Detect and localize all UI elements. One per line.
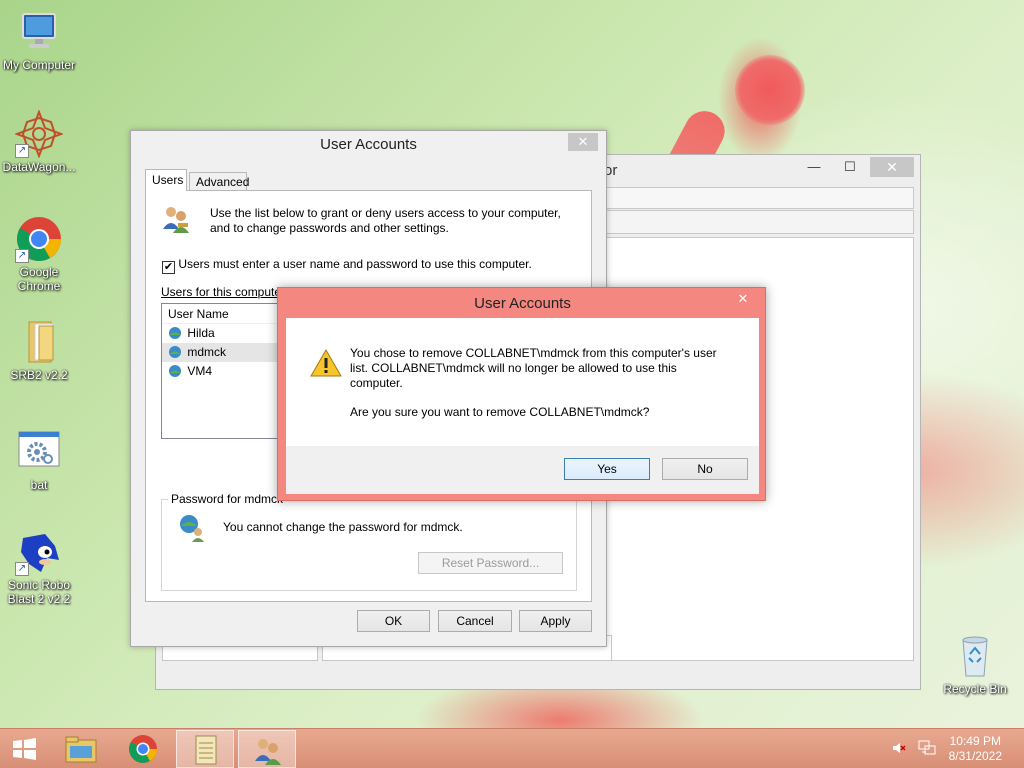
- must-enter-label: Users must enter a user name and passwor…: [178, 257, 532, 271]
- taskbar-chrome[interactable]: [114, 730, 172, 768]
- user-password-icon: [176, 512, 208, 544]
- shortcut-arrow-icon: ↗: [15, 249, 29, 263]
- user-icon: [168, 326, 182, 340]
- desktop-icon-label: Recycle Bin: [943, 682, 1007, 696]
- notepad-icon: [195, 735, 217, 765]
- background-window-toolbar: [606, 187, 914, 209]
- list-item[interactable]: VM4: [162, 362, 290, 381]
- password-text: You cannot change the password for mdmck…: [223, 520, 463, 534]
- desktop-icon-srb2[interactable]: SRB2 v2.2: [0, 318, 78, 382]
- taskbar-file-explorer[interactable]: [52, 730, 110, 768]
- taskbar: 10:49 PM 8/31/2022: [0, 728, 1024, 768]
- clock-date: 8/31/2022: [948, 749, 1002, 763]
- list-item[interactable]: Hilda: [162, 324, 290, 343]
- user-icon: [168, 345, 182, 359]
- yes-button[interactable]: Yes: [564, 458, 650, 480]
- folder-icon: [15, 318, 63, 366]
- desktop-icon-label: SRB2 v2.2: [10, 368, 68, 382]
- recycle-bin-icon: [951, 632, 999, 680]
- dialog-body: You chose to remove COLLABNET\mdmck from…: [286, 318, 759, 494]
- must-enter-row: ✔ Users must enter a user name and passw…: [162, 257, 532, 274]
- user-name: Hilda: [187, 326, 215, 340]
- user-accounts-icon: [255, 739, 281, 765]
- shortcut-arrow-icon: ↗: [15, 144, 29, 158]
- dialog-message: You chose to remove COLLABNET\mdmck from…: [350, 346, 717, 390]
- desktop-icon-my-computer[interactable]: My Computer: [0, 8, 78, 72]
- tab-users[interactable]: Users: [145, 169, 187, 191]
- warning-icon: [310, 348, 342, 378]
- desktop-icon-label: Sonic Robo Blast 2 v2.2: [7, 578, 71, 606]
- user-icon: [168, 364, 182, 378]
- settings-file-icon: [15, 428, 63, 476]
- desktop-icon-bat[interactable]: bat: [0, 428, 78, 492]
- must-enter-checkbox[interactable]: ✔: [162, 261, 175, 274]
- password-groupbox: Password for mdmck You cannot change the…: [161, 492, 577, 591]
- start-button[interactable]: [0, 730, 48, 768]
- users-for-label: Users for this compute: [161, 285, 282, 299]
- close-button[interactable]: ✕: [568, 133, 598, 151]
- sonic-icon: ↗: [15, 528, 63, 576]
- apply-button[interactable]: Apply: [519, 610, 592, 632]
- desktop-icon-label: DataWagon...: [2, 160, 76, 174]
- list-header-user-name[interactable]: User Name: [162, 304, 290, 324]
- window-title: User Accounts: [320, 136, 417, 153]
- computer-icon: [15, 8, 63, 56]
- password-group-label: Password for mdmck: [168, 492, 287, 506]
- user-name: VM4: [187, 364, 213, 378]
- dialog-footer: Yes No: [286, 446, 759, 494]
- taskbar-notepad[interactable]: [176, 730, 234, 768]
- clock-time: 10:49 PM: [949, 734, 1001, 748]
- windows-logo-icon: [13, 738, 36, 760]
- network-icon[interactable]: [918, 740, 936, 756]
- chrome-icon: [129, 735, 157, 763]
- desktop-icon-label: Google Chrome: [17, 265, 61, 293]
- intro-text: Use the list below to grant or deny user…: [210, 206, 561, 235]
- desktop-icon-google-chrome[interactable]: ↗ Google Chrome: [0, 215, 78, 293]
- reset-password-button[interactable]: Reset Password...: [418, 552, 563, 574]
- background-window-header: [606, 210, 914, 234]
- minimize-button[interactable]: —: [800, 157, 828, 177]
- tab-advanced[interactable]: Advanced: [189, 172, 249, 190]
- file-explorer-icon: [65, 736, 97, 763]
- users-icon: [160, 203, 192, 235]
- wallpaper-flower-head: [735, 55, 805, 125]
- dialog-question: Are you sure you want to remove COLLABNE…: [350, 405, 650, 419]
- users-listbox[interactable]: User Name Hilda mdmck VM4: [161, 303, 291, 439]
- chrome-icon: ↗: [15, 215, 63, 263]
- shortcut-arrow-icon: ↗: [15, 562, 29, 576]
- desktop-icon-datawagon[interactable]: ↗ DataWagon...: [0, 109, 78, 174]
- speaker-muted-icon[interactable]: [892, 741, 906, 755]
- list-item[interactable]: mdmck: [162, 343, 290, 362]
- ok-button[interactable]: OK: [357, 610, 430, 632]
- close-button[interactable]: ✕: [729, 290, 757, 308]
- taskbar-user-accounts[interactable]: [238, 730, 296, 768]
- confirm-remove-dialog[interactable]: User Accounts ✕ You chose to remove COLL…: [277, 287, 766, 501]
- desktop-icon-sonic-robo-blast[interactable]: ↗ Sonic Robo Blast 2 v2.2: [0, 528, 78, 606]
- cancel-button[interactable]: Cancel: [438, 610, 512, 632]
- user-name: mdmck: [187, 345, 227, 359]
- system-clock[interactable]: 10:49 PM 8/31/2022: [949, 734, 1002, 764]
- desktop-icon-recycle-bin[interactable]: Recycle Bin: [936, 632, 1014, 696]
- dialog-title: User Accounts: [474, 295, 571, 312]
- close-button[interactable]: ✕: [870, 157, 914, 177]
- no-button[interactable]: No: [662, 458, 748, 480]
- desktop-icon-label: bat: [30, 478, 48, 492]
- datawagon-icon: ↗: [14, 109, 64, 159]
- desktop-icon-label: My Computer: [2, 58, 76, 72]
- maximize-button[interactable]: ☐: [836, 157, 864, 177]
